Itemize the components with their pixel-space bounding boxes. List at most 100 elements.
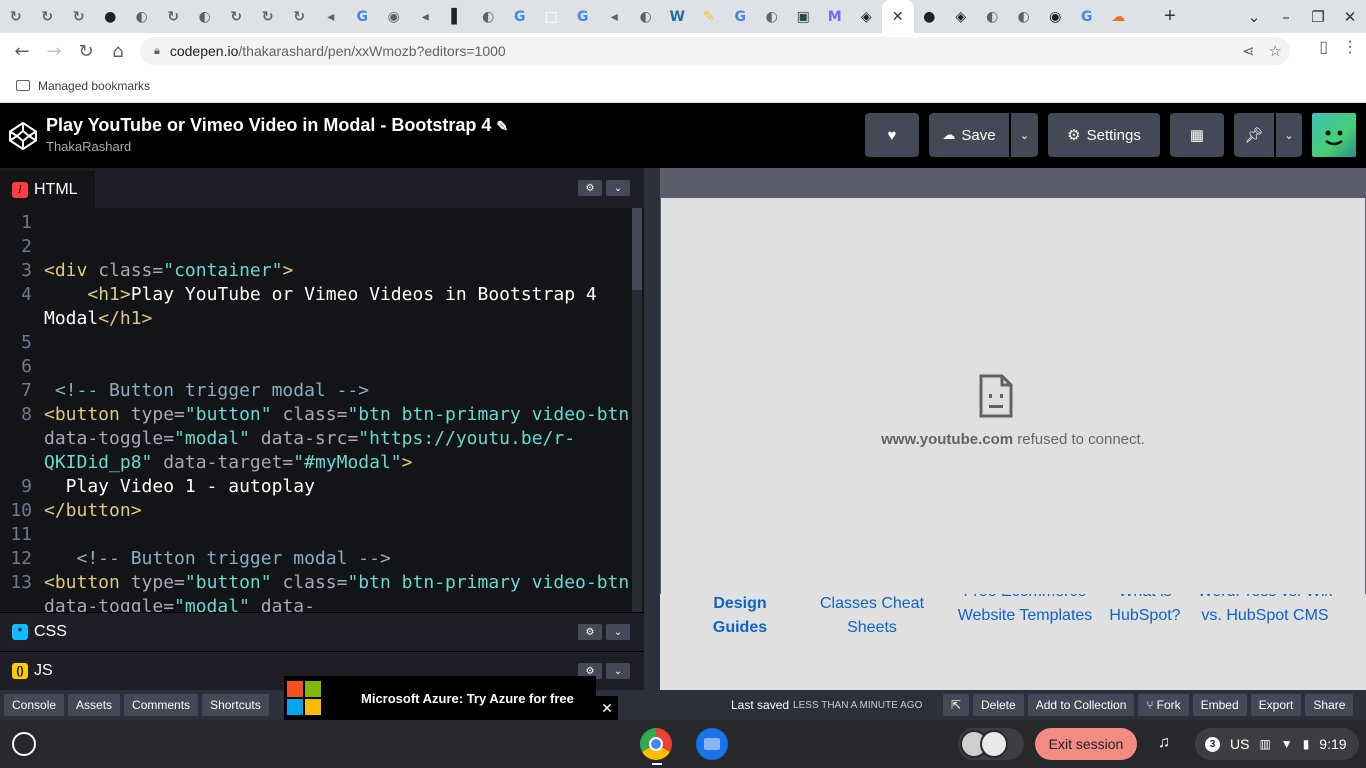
close-window-icon[interactable]: ✕ [1334,8,1366,26]
export-button[interactable]: Export [1250,694,1302,716]
browser-tab[interactable]: ◈ [851,0,883,33]
browser-tab[interactable]: ● [914,0,946,33]
browser-tab[interactable]: ◐ [473,0,505,33]
address-bar[interactable]: 🔒︎ codepen.io/thakarashard/pen/xxWmozb?e… [140,37,1290,65]
files-app-icon[interactable] [696,728,728,760]
pin-button[interactable]: 📌︎ [1234,113,1274,157]
external-link-icon[interactable]: ⇱ [943,694,969,716]
exit-session-button[interactable]: Exit session [1035,728,1137,760]
status-tray[interactable]: 3 US ▥ ▼ ▮ 9:19 [1195,728,1359,760]
link-design-guides[interactable]: Design Guides [690,594,790,640]
browser-tab[interactable]: ◐ [630,0,662,33]
browser-tab[interactable]: ◉ [378,0,410,33]
codepen-logo-icon[interactable] [8,121,38,151]
pin-dropdown-button[interactable]: ⌄ [1276,113,1302,157]
minimize-icon[interactable]: – [1270,8,1302,26]
js-collapse-icon[interactable]: ⌄ [606,663,630,679]
console-button[interactable]: Console [4,694,65,716]
edit-pencil-icon[interactable]: ✎ [496,118,508,134]
link-wordpress-vs-wix[interactable]: WordPress vs. Wix vs. HubSpot CMS [1190,594,1340,628]
share-icon[interactable]: ⋖ [1242,42,1255,60]
browser-tab[interactable]: ◐ [756,0,788,33]
html-code[interactable]: 1 2 3 <div class="container"> 4 <h1>Play … [0,208,632,612]
browser-tab[interactable]: ▣ [788,0,820,33]
browser-tab[interactable]: ↻ [32,0,64,33]
love-button[interactable]: ♥ [865,113,919,157]
chrome-app-icon[interactable] [640,728,672,760]
tab-close-icon[interactable]: ✕ [892,8,904,25]
editor-collapse-icon[interactable]: ⌄ [606,180,630,196]
restore-icon[interactable]: ❐ [1302,8,1334,26]
comments-button[interactable]: Comments [124,694,199,716]
link-ecommerce-templates[interactable]: Free Ecommerce Website Templates [950,594,1100,628]
save-button[interactable]: ☁ Save [929,113,1009,157]
browser-tab-active[interactable]: ✕ [882,0,914,33]
browser-tab[interactable]: ↻ [63,0,95,33]
bookmark-star-icon[interactable]: ☆ [1269,42,1282,60]
ad-close-icon[interactable]: ✕ [596,696,618,720]
user-avatar[interactable] [1312,113,1356,157]
browser-tab[interactable]: ▌ [441,0,473,33]
fork-button[interactable]: ⑂ Fork [1138,694,1189,716]
browser-tab[interactable]: ↻ [221,0,253,33]
resize-divider[interactable] [644,168,660,690]
reload-icon[interactable]: ↻ [70,35,102,67]
browser-tab[interactable]: ◈ [945,0,977,33]
side-panel-icon[interactable]: ▯ [1319,37,1328,57]
html-editor-tab[interactable]: / HTML [0,168,95,208]
browser-tab[interactable]: G [504,0,536,33]
add-to-collection-button[interactable]: Add to Collection [1027,694,1135,716]
settings-button[interactable]: ⚙ Settings [1048,113,1160,157]
browser-tab[interactable]: ◂ [599,0,631,33]
embed-button[interactable]: Embed [1192,694,1247,716]
launcher-icon[interactable] [12,732,36,756]
azure-ad[interactable]: Microsoft Azure: Try Azure for free [284,676,596,720]
holding-space-tray[interactable] [958,728,1024,760]
assets-button[interactable]: Assets [68,694,121,716]
pen-author[interactable]: ThakaRashard [46,139,131,154]
browser-tab[interactable]: ◉ [1040,0,1072,33]
link-what-is-hubspot[interactable]: What is HubSpot? [1100,594,1190,628]
browser-tab[interactable]: ↻ [158,0,190,33]
css-collapse-icon[interactable]: ⌄ [606,624,630,640]
media-controls-icon[interactable]: ♫ [1158,734,1170,752]
browser-tab[interactable]: ◐ [189,0,221,33]
browser-tab[interactable]: ◂ [410,0,442,33]
css-editor-header[interactable]: * CSS ⚙ ⌄ [0,612,644,651]
editor-scroll-thumb[interactable] [632,208,642,290]
pen-title[interactable]: Play YouTube or Vimeo Video in Modal - B… [46,115,508,136]
browser-tab[interactable]: ◂ [315,0,347,33]
shortcuts-button[interactable]: Shortcuts [202,694,269,716]
layout-button[interactable]: ▦ [1170,113,1224,157]
home-icon[interactable]: ⌂ [102,35,134,67]
browser-tab[interactable]: ☁ [1103,0,1135,33]
browser-tab[interactable]: ↻ [252,0,284,33]
link-classes-cheat-sheets[interactable]: Classes Cheat Sheets [812,594,932,640]
tab-search-icon[interactable]: ⌄ [1238,8,1270,26]
browser-tab[interactable]: □ [536,0,568,33]
browser-tab[interactable]: ↻ [0,0,32,33]
managed-bookmarks[interactable]: Managed bookmarks [38,79,150,93]
browser-tab[interactable]: W [662,0,694,33]
css-settings-icon[interactable]: ⚙ [578,624,602,640]
browser-tab[interactable]: G [347,0,379,33]
browser-tab[interactable]: ◐ [977,0,1009,33]
browser-tab[interactable]: G [567,0,599,33]
browser-tab[interactable]: ◐ [1008,0,1040,33]
save-dropdown-button[interactable]: ⌄ [1011,113,1038,157]
browser-tab[interactable]: ✎ [693,0,725,33]
browser-tab[interactable]: M [819,0,851,33]
browser-tab[interactable]: ↻ [284,0,316,33]
forward-icon[interactable]: → [38,35,70,67]
delete-button[interactable]: Delete [973,694,1024,716]
back-icon[interactable]: ← [6,35,38,67]
browser-tab[interactable]: ● [95,0,127,33]
menu-icon[interactable]: ⋮ [1342,37,1358,57]
share-button[interactable]: Share [1305,694,1354,716]
new-tab-button[interactable]: + [1158,4,1182,28]
browser-tab[interactable]: G [725,0,757,33]
browser-tab[interactable]: G [1071,0,1103,33]
browser-tab[interactable]: ◐ [126,0,158,33]
youtube-iframe[interactable]: www.youtube.com refused to connect. [661,198,1365,594]
editor-settings-icon[interactable]: ⚙ [578,180,602,196]
